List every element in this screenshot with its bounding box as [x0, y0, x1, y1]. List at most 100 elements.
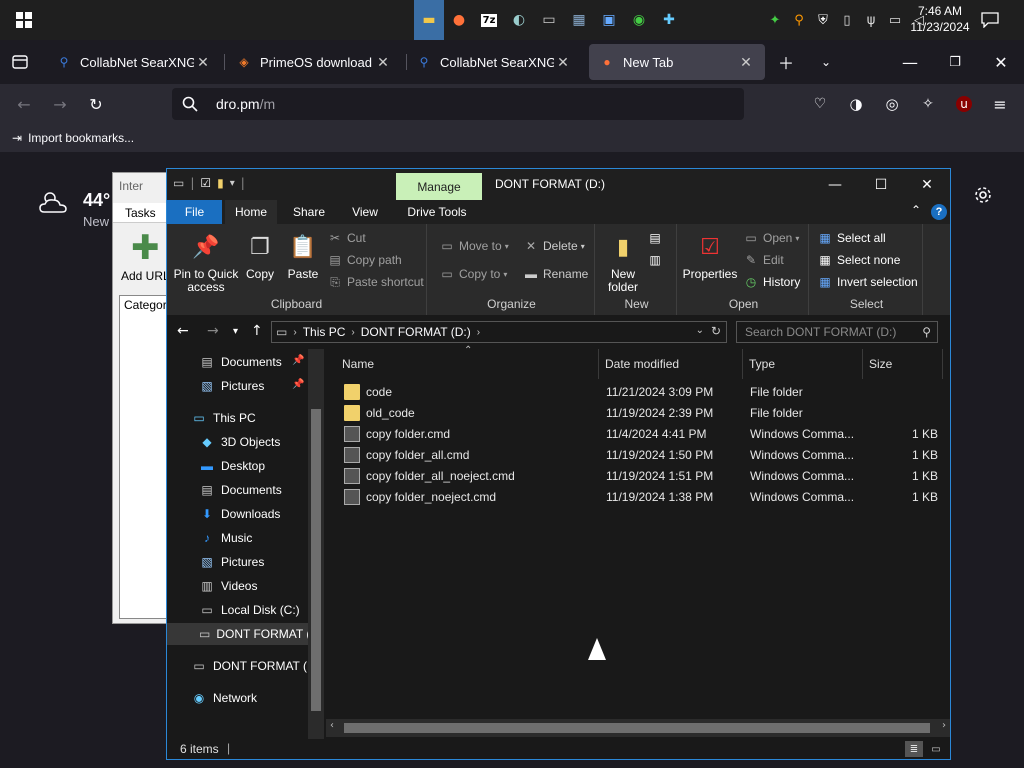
minimize-button[interactable]: — — [812, 169, 858, 200]
collapse-ribbon-icon[interactable]: ⌃ — [911, 203, 921, 217]
bg-tasks-tab[interactable]: Tasks — [113, 203, 173, 223]
table-row[interactable]: copy folder_all.cmd 11/19/2024 1:50 PM W… — [326, 445, 938, 466]
firefox-view-button[interactable] — [8, 50, 32, 74]
scroll-right-icon[interactable]: › — [942, 720, 946, 731]
table-row[interactable]: copy folder_noeject.cmd 11/19/2024 1:38 … — [326, 487, 938, 508]
tab-home[interactable]: Home — [225, 200, 277, 224]
network-icon[interactable]: ▭ — [885, 13, 905, 28]
new-folder-qat-icon[interactable]: ▮ — [217, 176, 224, 190]
nav-item-network[interactable]: ◉ Network — [191, 687, 257, 709]
table-row[interactable]: old_code 11/19/2024 2:39 PM File folder — [326, 403, 936, 424]
start-button[interactable] — [0, 0, 48, 40]
nav-item-3d-objects[interactable]: ◆ 3D Objects — [199, 431, 280, 453]
select-all-button[interactable]: ▦ Select all — [817, 228, 885, 248]
taskbar-clock[interactable]: 7:46 AM 11/23/2024 — [905, 3, 975, 35]
menu-button[interactable]: ≡ — [988, 92, 1012, 116]
network-app-icon[interactable]: ◉ — [624, 0, 654, 40]
tool-icon[interactable]: ✚ — [654, 0, 684, 40]
nav-item-dont-format-selected[interactable]: ▭ DONT FORMAT ( — [167, 623, 310, 645]
nav-item-pictures[interactable]: ▧ Pictures — [199, 551, 264, 573]
delete-button[interactable]: ✕ Delete ▾ — [523, 236, 585, 256]
nav-item-local-disk[interactable]: ▭ Local Disk (C:) — [199, 599, 299, 621]
nav-item-documents[interactable]: ▤ Documents — [199, 479, 281, 501]
new-tab-button[interactable]: ＋ — [774, 50, 798, 74]
nav-pane-scrollbar[interactable] — [308, 349, 324, 739]
manage-tab[interactable]: Manage — [396, 173, 482, 200]
reload-button[interactable]: ↻ — [84, 92, 108, 116]
list-all-tabs-button[interactable]: ⌄ — [814, 50, 838, 74]
chevron-down-icon[interactable]: ⌄ — [696, 325, 704, 336]
nav-item-documents-quick[interactable]: ▤ Documents — [199, 351, 281, 373]
extensions-button[interactable]: ✧ — [916, 92, 940, 116]
paste-shortcut-button[interactable]: ⎘ Paste shortcut — [327, 272, 424, 292]
close-button[interactable]: ✕ — [904, 169, 950, 200]
properties-qat-icon[interactable]: ☑ — [200, 176, 211, 190]
edit-button[interactable]: ✎ Edit — [743, 250, 784, 270]
category-tree[interactable]: Categor — [119, 295, 173, 619]
tab-collabnet-1[interactable]: ⚲ CollabNet SearXNG ✕ — [46, 44, 222, 80]
pocket-button[interactable]: ♡ — [808, 92, 832, 116]
scrollbar-thumb[interactable] — [311, 409, 321, 711]
close-icon[interactable]: ✕ — [554, 54, 572, 71]
column-header-type[interactable]: Type — [743, 349, 863, 379]
import-bookmarks-link[interactable]: Import bookmarks... — [28, 131, 134, 145]
nav-item-videos[interactable]: ▥ Videos — [199, 575, 257, 597]
chevron-down-icon[interactable]: ▾ — [230, 178, 235, 189]
close-icon[interactable]: ✕ — [374, 54, 392, 71]
account-button[interactable]: ◎ — [880, 92, 904, 116]
up-button[interactable]: ↑ — [251, 323, 263, 339]
7zip-icon[interactable]: 7z — [474, 0, 504, 40]
easy-access-button[interactable]: ▥ — [647, 250, 667, 270]
restore-button[interactable]: ❐ — [943, 50, 967, 74]
notification-icon[interactable] — [978, 8, 1002, 32]
maximize-button[interactable]: ☐ — [858, 169, 904, 200]
close-window-button[interactable]: ✕ — [989, 50, 1013, 74]
newtab-settings-button[interactable] — [972, 184, 994, 206]
tab-primeos[interactable]: ◈ PrimeOS download | Se ✕ — [226, 44, 402, 80]
large-icons-view-button[interactable]: ▭ — [927, 741, 945, 757]
close-icon[interactable]: ✕ — [737, 54, 755, 71]
nav-item-desktop[interactable]: ▬ Desktop — [199, 455, 265, 477]
search-tray-icon[interactable]: ⚲ — [789, 13, 809, 28]
move-to-button[interactable]: ▭ Move to ▾ — [439, 236, 508, 256]
nav-item-downloads[interactable]: ⬇ Downloads — [199, 503, 280, 525]
usb-icon[interactable]: ▯ — [837, 13, 857, 28]
details-view-button[interactable]: ≣ — [905, 741, 923, 757]
column-header-name[interactable]: Name ⌃ — [326, 345, 599, 379]
nav-item-dont-format[interactable]: ▭ DONT FORMAT (D — [191, 655, 315, 677]
table-row[interactable]: copy folder.cmd 11/4/2024 4:41 PM Window… — [326, 424, 938, 445]
invert-selection-button[interactable]: ▦ Invert selection — [817, 272, 917, 292]
pin-quick-access-button[interactable]: 📌 Pin to Quick access — [173, 230, 239, 294]
properties-button[interactable]: ☑ Properties — [681, 230, 739, 281]
scroll-left-icon[interactable]: ‹ — [330, 720, 334, 731]
extension-button[interactable]: ◑ — [844, 92, 868, 116]
app-icon[interactable]: ◐ — [504, 0, 534, 40]
volume-icon[interactable]: ψ — [861, 13, 881, 28]
select-none-button[interactable]: ▦ Select none — [817, 250, 900, 270]
column-header-size[interactable]: Size — [863, 349, 943, 379]
close-icon[interactable]: ✕ — [194, 54, 212, 71]
breadcrumb-this-pc[interactable]: This PC — [303, 325, 346, 339]
nav-item-music[interactable]: ♪ Music — [199, 527, 252, 549]
cut-button[interactable]: ✂ Cut — [327, 228, 366, 248]
firefox-icon[interactable]: ● — [444, 0, 474, 40]
back-button[interactable]: ← — [177, 323, 189, 339]
settings-app-icon[interactable]: ▦ — [564, 0, 594, 40]
table-row[interactable]: copy folder_all_noeject.cmd 11/19/2024 1… — [326, 466, 938, 487]
forward-button[interactable]: → — [207, 323, 219, 339]
open-button[interactable]: ▭ Open ▾ — [743, 228, 799, 248]
refresh-icon[interactable]: ↻ — [711, 324, 721, 338]
shield-icon[interactable]: ⛨ — [813, 13, 833, 28]
tab-new-tab[interactable]: ● New Tab ✕ — [589, 44, 765, 80]
file-list-horizontal-scrollbar[interactable]: ‹ › — [326, 719, 950, 737]
url-bar[interactable]: dro.pm/m — [172, 88, 744, 120]
copy-path-button[interactable]: ▤ Copy path — [327, 250, 401, 270]
terminal-icon[interactable]: ▭ — [534, 0, 564, 40]
column-header-date[interactable]: Date modified — [599, 349, 743, 379]
search-input[interactable]: Search DONT FORMAT (D:) ⚲ — [736, 321, 938, 343]
add-url-button[interactable]: Add URL — [121, 269, 170, 283]
green-app-icon[interactable]: ✦ — [765, 13, 785, 28]
tab-file[interactable]: File — [167, 200, 222, 224]
back-button[interactable]: ← — [12, 92, 36, 116]
nav-item-pictures-quick[interactable]: ▧ Pictures — [199, 375, 264, 397]
